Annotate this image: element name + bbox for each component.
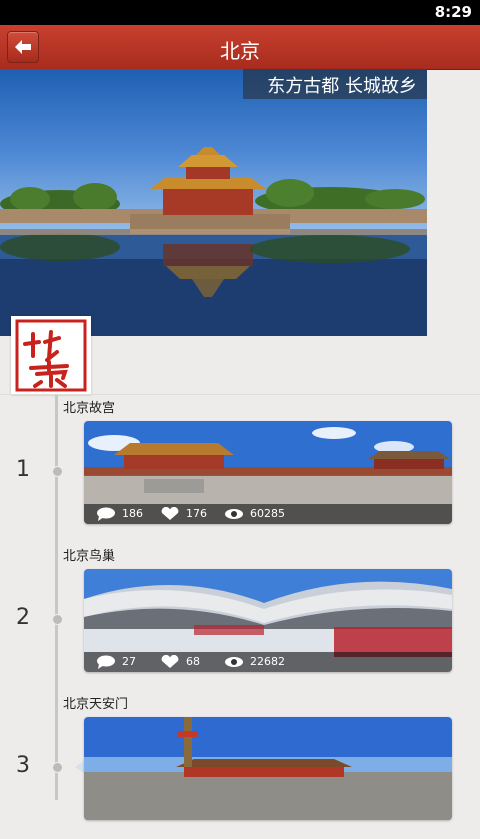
forbidden-city-photo [0, 147, 427, 336]
entry-index: 3 [16, 753, 30, 778]
comments-count: 186 [122, 507, 143, 520]
likes-count: 68 [186, 655, 200, 668]
entry-index: 2 [16, 605, 30, 630]
heart-icon [161, 507, 179, 520]
seal-stamp-icon [15, 319, 87, 392]
entry-title: 北京故宫 [63, 401, 116, 416]
heart-icon [161, 655, 179, 668]
comment-icon [97, 655, 115, 669]
likes-count: 176 [186, 507, 207, 520]
hero-image[interactable]: 东方古都 长城故乡 [0, 69, 427, 336]
title-bar: 北京 [0, 25, 480, 70]
entry-index: 1 [16, 457, 30, 482]
eye-icon [225, 509, 243, 519]
status-bar: 8:29 [0, 0, 480, 25]
timeline-entry: 北京故宫 1 186 176 60285 [0, 395, 480, 543]
entry-card[interactable]: 27 68 22682 [84, 569, 452, 672]
entry-stats-bar: 186 176 60285 [84, 504, 452, 524]
timeline-dot [52, 614, 63, 625]
comments-count: 27 [122, 655, 136, 668]
entry-card[interactable] [84, 717, 452, 820]
page-title: 北京 [220, 39, 260, 63]
timeline-dot [52, 762, 63, 773]
entry-stats-bar: 27 68 22682 [84, 652, 452, 672]
views-count: 22682 [250, 655, 285, 668]
entry-title: 北京天安门 [63, 697, 129, 712]
hero-tagline: 东方古都 长城故乡 [267, 76, 417, 97]
panorama-photo [84, 717, 452, 820]
views-count: 60285 [250, 507, 285, 520]
comment-icon [97, 507, 115, 521]
entry-card[interactable]: 186 176 60285 [84, 421, 452, 524]
beijing-seal-logo [11, 316, 91, 395]
timeline-dot [52, 466, 63, 477]
timeline-entry: 北京天安门 3 [0, 691, 480, 839]
status-time: 8:29 [434, 3, 472, 21]
timeline-entry: 北京鸟巢 2 27 68 22682 [0, 543, 480, 691]
eye-icon [225, 657, 243, 667]
entry-title: 北京鸟巢 [63, 549, 116, 564]
